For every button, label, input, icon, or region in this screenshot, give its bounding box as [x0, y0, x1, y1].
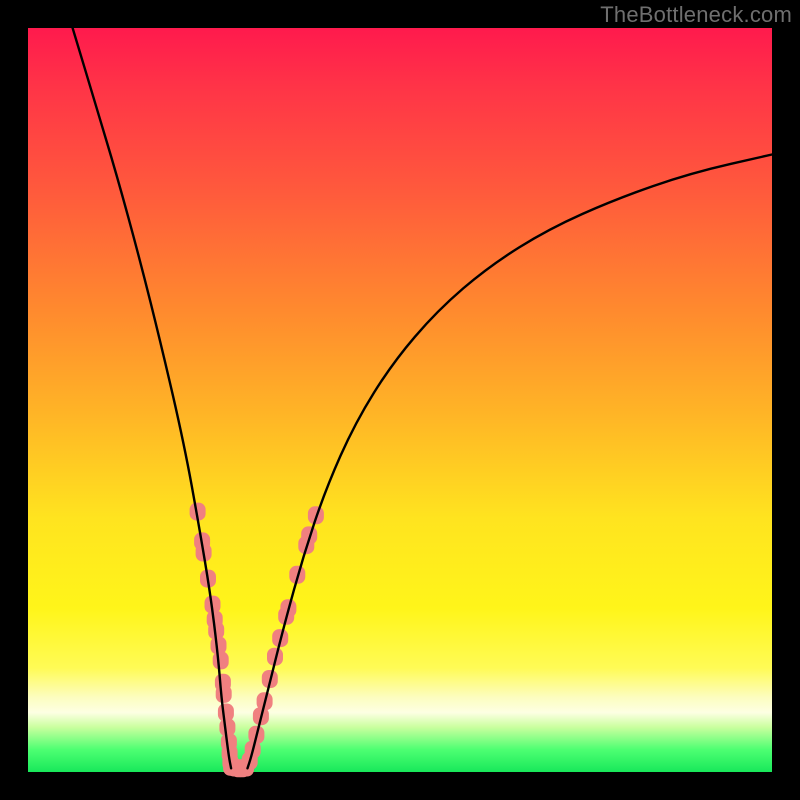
- chart-container: TheBottleneck.com: [0, 0, 800, 800]
- highlight-dot: [213, 651, 229, 669]
- watermark-text: TheBottleneck.com: [600, 2, 792, 28]
- curve-right-branch: [248, 155, 773, 769]
- curve-lines: [73, 28, 772, 768]
- curve-left-branch: [73, 28, 232, 768]
- highlight-dot: [216, 685, 232, 703]
- plot-area: [28, 28, 772, 772]
- chart-svg: [28, 28, 772, 772]
